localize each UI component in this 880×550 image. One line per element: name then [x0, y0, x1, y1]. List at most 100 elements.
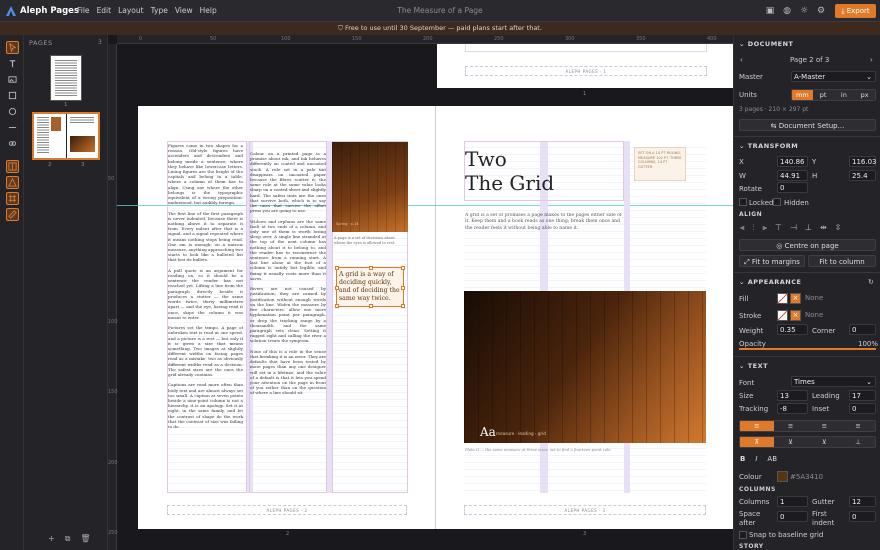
pull-quote-text[interactable]: A grid is a way of deciding quickly, and…	[339, 271, 401, 303]
valign-top-icon[interactable]: ⊼	[740, 437, 774, 447]
distribute-v-icon[interactable]: ⇳	[835, 223, 842, 233]
body-text-column-1[interactable]: Figures come in two shapes for a reason.…	[168, 143, 243, 491]
master-select[interactable]: A-Master ⌄	[791, 71, 876, 82]
align-text-right-icon[interactable]: ≡	[807, 421, 842, 431]
fit-to-column-button[interactable]: Fit to column	[808, 255, 876, 267]
photo-grid-brown[interactable]: Spring · p.14	[332, 142, 408, 232]
add-page-icon[interactable]: +	[48, 534, 55, 544]
section-text[interactable]: ⌄ TEXT	[739, 362, 768, 370]
resize-handle[interactable]	[335, 266, 339, 270]
text-tool[interactable]	[6, 57, 19, 70]
settings-icon[interactable]: ⚙	[815, 5, 827, 17]
italic-button[interactable]: I	[755, 455, 757, 463]
align-hcenter-icon[interactable]: ⫶	[753, 223, 755, 233]
stroke-swatch[interactable]	[777, 310, 788, 321]
unit-mm[interactable]: mm	[792, 90, 813, 100]
hidden-checkbox[interactable]	[773, 198, 781, 206]
fit-to-margins-button[interactable]: ⤢ Fit to margins	[739, 255, 805, 267]
menu-view[interactable]: View	[175, 6, 193, 15]
locked-checkbox[interactable]	[739, 198, 747, 206]
section-appearance[interactable]: ⌄ APPEARANCE	[739, 278, 801, 286]
inset-field[interactable]: 0	[849, 403, 876, 414]
photo-feature[interactable]: Aa measure · leading · grid	[464, 291, 706, 443]
valign-middle-icon[interactable]: ⊻	[773, 437, 808, 447]
align-text-left-icon[interactable]: ≡	[740, 421, 774, 431]
align-left-icon[interactable]: ⫷	[740, 223, 745, 233]
rotate-field[interactable]: 0	[777, 182, 808, 193]
resize-handle[interactable]	[335, 304, 339, 308]
app-logo[interactable]: Aleph Pages	[5, 5, 79, 17]
resize-handle[interactable]	[401, 266, 405, 270]
warning-tool[interactable]	[6, 176, 19, 189]
reset-icon[interactable]: ↻	[868, 278, 874, 286]
colour-swatch[interactable]	[777, 471, 788, 482]
distribute-h-icon[interactable]: ⇹	[820, 223, 827, 233]
delete-page-icon[interactable]: 🗑	[80, 534, 90, 544]
resize-handle[interactable]	[369, 266, 373, 270]
tracking-field[interactable]: -8	[777, 403, 808, 414]
ellipse-tool[interactable]	[6, 105, 19, 118]
stroke-clear-icon[interactable]: ×	[790, 310, 801, 321]
ruler-tool[interactable]	[6, 208, 19, 221]
next-page-icon[interactable]: ›	[870, 56, 873, 64]
image-tool[interactable]	[6, 73, 19, 86]
columns-tool[interactable]	[6, 160, 19, 173]
align-vcenter-icon[interactable]: ⊣	[790, 223, 797, 233]
fill-clear-icon[interactable]: ×	[790, 293, 801, 304]
units-segmented[interactable]: mm pt in px	[791, 89, 876, 101]
space-after-field[interactable]: 0	[777, 511, 808, 522]
select-tool[interactable]	[6, 41, 19, 54]
corner-field[interactable]: 0	[849, 324, 876, 335]
gutter-field[interactable]: 12	[849, 496, 876, 507]
document-setup-button[interactable]: ⇆ Document Setup...	[739, 119, 876, 131]
menu-help[interactable]: Help	[200, 6, 217, 15]
align-right-icon[interactable]: ⫸	[763, 223, 768, 233]
prev-page-icon[interactable]: ‹	[740, 56, 743, 64]
h-field[interactable]: 25.4	[849, 170, 876, 181]
font-select[interactable]: Times ⌄	[791, 376, 876, 387]
page-thumbnail-1[interactable]	[50, 55, 82, 101]
page-thumbnail-spread-selected[interactable]	[32, 112, 100, 160]
resize-handle[interactable]	[401, 304, 405, 308]
bold-button[interactable]: B	[740, 455, 745, 463]
resize-handle[interactable]	[401, 286, 405, 290]
canvas[interactable]: 0 50 100 150 200 250 300 350 400 50 100 …	[108, 35, 733, 550]
duplicate-page-icon[interactable]: ⧉	[65, 534, 71, 544]
unit-px[interactable]: px	[854, 90, 875, 100]
export-button[interactable]: ⤓ Export	[835, 4, 876, 18]
menu-file[interactable]: File	[77, 6, 90, 15]
menu-type[interactable]: Type	[151, 6, 168, 15]
chapter-heading[interactable]: Two The Grid	[465, 147, 615, 195]
align-text-justify-icon[interactable]: ≡	[841, 421, 875, 431]
body-text-column-2[interactable]: Colour on a printed page is a promise ab…	[250, 151, 326, 441]
align-text-center-icon[interactable]: ≡	[773, 421, 808, 431]
globe-icon[interactable]: ◍	[781, 5, 793, 17]
pull-quote-frame-selected[interactable]: A grid is a way of deciding quickly, and…	[335, 266, 405, 308]
centre-on-page-button[interactable]: ◎ Centre on page	[739, 239, 876, 251]
size-field[interactable]: 13	[777, 390, 808, 401]
valign-baseline-icon[interactable]: ⊥	[841, 437, 875, 447]
weight-field[interactable]: 0.35	[777, 324, 808, 335]
unit-in[interactable]: in	[833, 90, 855, 100]
section-document[interactable]: ⌄ DOCUMENT	[739, 40, 793, 48]
intro-paragraph[interactable]: A grid is a set of promises a page makes…	[465, 213, 623, 232]
line-tool[interactable]	[6, 121, 19, 134]
leading-field[interactable]: 17	[849, 390, 876, 401]
menu-edit[interactable]: Edit	[97, 6, 112, 15]
x-field[interactable]: 140.86	[777, 156, 808, 167]
unit-pt[interactable]: pt	[812, 90, 834, 100]
page-1[interactable]: ALEPH PAGES · 1	[437, 44, 733, 88]
align-top-icon[interactable]: ⊤	[775, 223, 782, 233]
w-field[interactable]: 44.91	[777, 170, 808, 181]
link-tool[interactable]	[6, 137, 19, 150]
text-align-segmented[interactable]: ≡ ≡ ≡ ≡	[739, 420, 876, 432]
valign-bottom-icon[interactable]: ⊻	[807, 437, 842, 447]
opacity-slider[interactable]	[739, 348, 876, 350]
snap-baseline-checkbox[interactable]	[739, 531, 747, 539]
menu-layout[interactable]: Layout	[118, 6, 144, 15]
sidenote-box[interactable]: SET ON A 14 PT RULING. MEASURE 102 PT. T…	[634, 147, 686, 181]
grid-tool[interactable]	[6, 192, 19, 205]
preview-icon[interactable]: ▣	[764, 5, 776, 17]
first-indent-field[interactable]: 0	[849, 511, 876, 522]
theme-icon[interactable]: ☼	[798, 5, 810, 17]
